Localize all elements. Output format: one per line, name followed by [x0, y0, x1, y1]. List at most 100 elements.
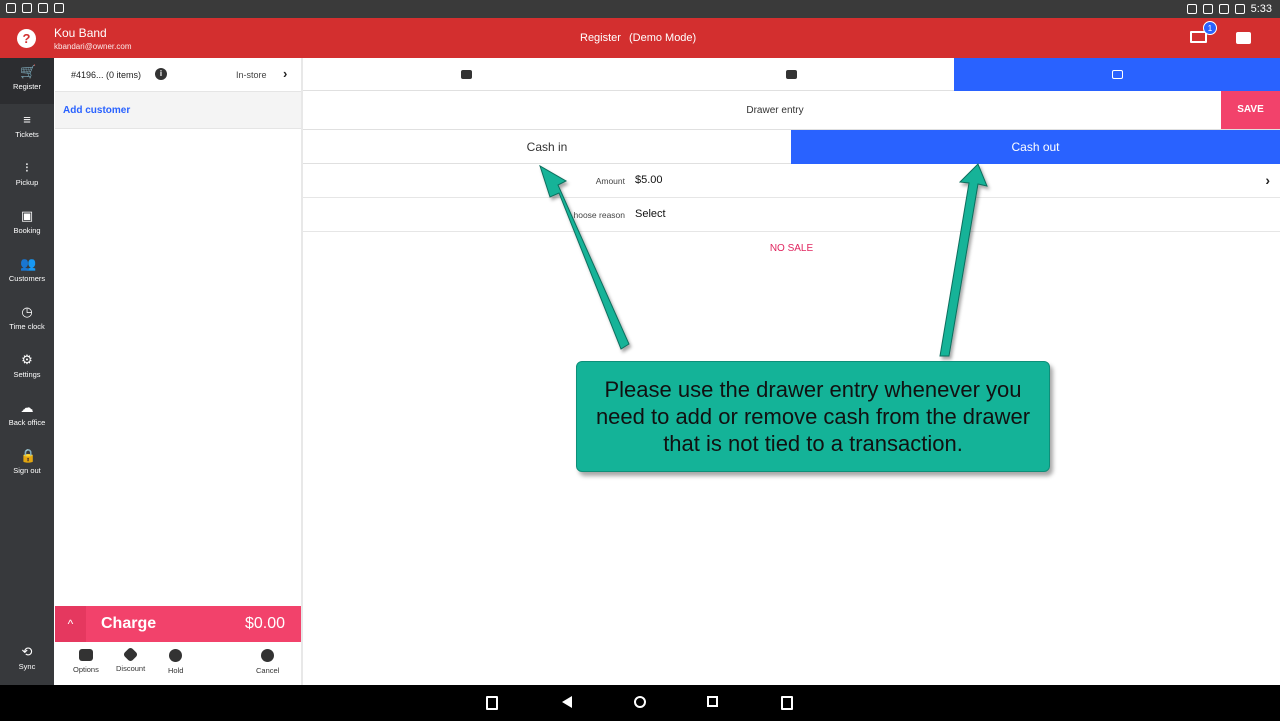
status-time: 5:33 [1250, 3, 1272, 15]
order-id: #4196... (0 items) [71, 70, 142, 80]
sidebar-item-label: Pickup [15, 178, 39, 187]
download-icon [22, 3, 32, 13]
tab-drawer[interactable] [954, 58, 1280, 91]
clock-icon: ◷ [21, 304, 33, 319]
amount-label: Amount [595, 176, 625, 186]
page-title-text: Register [580, 32, 621, 44]
system-nav-bar [0, 685, 1280, 721]
sidebar-item-label: Sync [18, 662, 36, 671]
cloud-icon: ☁ [20, 400, 34, 415]
cancel-button[interactable]: Cancel [256, 649, 279, 675]
user-email: kbandari@owner.com [54, 42, 132, 51]
recent-apps-icon[interactable] [707, 696, 718, 707]
info-icon[interactable]: i [155, 68, 167, 80]
sidebar-item-label: Tickets [15, 130, 39, 139]
help-icon[interactable]: ? [17, 29, 36, 48]
chevron-right-icon[interactable]: › [283, 66, 287, 81]
cast-icon [1186, 4, 1197, 14]
list-icon: ≡ [23, 112, 31, 127]
people-icon [461, 70, 472, 79]
gallery-icon [786, 70, 797, 79]
drawer-icon [1112, 70, 1123, 79]
sidebar-item-register[interactable]: 🛒 Register [0, 58, 54, 104]
cancel-label: Cancel [256, 666, 280, 675]
save-button[interactable]: SAVE [1221, 91, 1280, 129]
no-sale-button[interactable]: NO SALE [303, 243, 1280, 254]
volume-down-icon[interactable] [486, 696, 498, 710]
options-label: Options [73, 665, 99, 674]
sidebar-item-booking[interactable]: ▣ Booking [0, 202, 54, 248]
add-customer-row[interactable]: Add customer [55, 92, 301, 129]
sidebar-item-label: Settings [13, 370, 41, 379]
tag-icon [122, 646, 139, 663]
status-bar: 5:33 [0, 0, 1280, 18]
sidebar-item-sign-out[interactable]: 🔒 Sign out [0, 442, 54, 488]
demo-mode-label: (Demo Mode) [628, 32, 697, 44]
traffic-light-icon: ⁝ [24, 160, 30, 175]
code-icon [54, 3, 64, 13]
back-icon[interactable] [562, 696, 572, 708]
page-title: Register (Demo Mode) [580, 32, 696, 44]
order-actions: Options Discount Hold Cancel [55, 642, 301, 685]
options-button[interactable]: Options [73, 649, 99, 674]
sidebar-item-sync[interactable]: ⟲ Sync [0, 638, 54, 684]
cash-in-button[interactable]: Cash in [303, 130, 791, 164]
sidebar-item-label: Time clock [9, 322, 45, 331]
calendar-icon: ▣ [20, 208, 34, 223]
volume-up-icon[interactable] [781, 696, 793, 710]
reason-label: hoose reason [573, 210, 625, 220]
drawer-entry-title: Drawer entry [746, 105, 804, 116]
sidebar-item-label: Booking [13, 226, 41, 235]
sidebar-item-label: Back office [8, 418, 46, 427]
reason-row[interactable]: hoose reason Select [303, 198, 1280, 232]
home-icon[interactable] [634, 696, 646, 708]
sidebar-item-time-clock[interactable]: ◷ Time clock [0, 298, 54, 344]
app-header: ? Kou Band kbandari@owner.com Register (D… [0, 18, 1280, 58]
lock-icon: 🔒 [20, 448, 37, 463]
hold-button[interactable]: Hold [168, 649, 183, 675]
sidebar-item-settings[interactable]: ⚙ Settings [0, 346, 54, 392]
sidebar-nav: 🛒 Register ≡ Tickets ⁝ Pickup ▣ Booking … [0, 58, 54, 685]
sidebar-item-label: Customers [8, 274, 46, 283]
pause-icon [169, 649, 183, 662]
signal-icon [1218, 4, 1229, 14]
status-icons-right: 5:33 [1186, 3, 1272, 15]
charge-button[interactable]: Charge [101, 615, 156, 633]
amount-row[interactable]: Amount $5.00 › [303, 164, 1280, 198]
sidebar-item-customers[interactable]: 👥 Customers [0, 250, 54, 296]
wifi-icon [1202, 4, 1213, 14]
hold-label: Hold [168, 666, 184, 675]
charge-amount: $0.00 [244, 615, 285, 632]
reason-select[interactable]: Select [635, 208, 666, 220]
cart-icon: 🛒 [20, 64, 37, 79]
user-name: Kou Band [54, 26, 107, 40]
chevron-right-icon[interactable]: › [1265, 172, 1270, 188]
amount-field[interactable]: $5.00 [635, 174, 663, 186]
notification-icon [6, 3, 16, 13]
charge-bar[interactable]: ^ Charge $0.00 [55, 606, 301, 642]
discount-button[interactable]: Discount [116, 646, 145, 673]
cash-direction-toggle: Cash in Cash out [303, 130, 1280, 164]
sidebar-item-tickets[interactable]: ≡ Tickets [0, 106, 54, 152]
add-customer-link[interactable]: Add customer [63, 105, 130, 116]
mail-icon [38, 3, 48, 13]
gear-icon: ⚙ [21, 352, 33, 367]
order-channel[interactable]: In-store [236, 70, 267, 80]
people-icon: 👥 [20, 256, 37, 271]
sidebar-item-label: Register [13, 82, 41, 91]
printer-icon[interactable] [1236, 32, 1251, 44]
status-icons-left [6, 3, 64, 13]
panel-tabs [303, 58, 1280, 91]
instruction-callout: Please use the drawer entry whenever you… [576, 361, 1050, 472]
chevron-up-icon[interactable]: ^ [55, 606, 86, 642]
sync-icon: ⟲ [21, 644, 33, 659]
tab-customers[interactable] [303, 58, 629, 91]
sidebar-item-back-office[interactable]: ☁ Back office [0, 394, 54, 440]
sidebar-item-label: Sign out [13, 466, 41, 475]
close-circle-icon [261, 649, 275, 662]
tab-gallery[interactable] [628, 58, 954, 91]
order-header[interactable]: #4196... (0 items) i In-store › [55, 58, 301, 92]
cash-out-button[interactable]: Cash out [791, 130, 1280, 164]
sidebar-item-pickup[interactable]: ⁝ Pickup [0, 154, 54, 200]
devices-badge: 1 [1203, 21, 1217, 35]
